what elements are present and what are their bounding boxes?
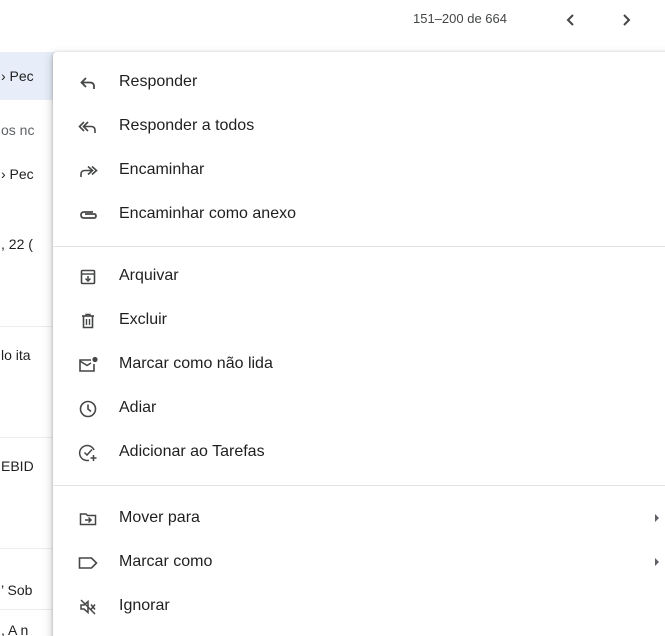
menu-item-forward[interactable]: Encaminhar: [53, 149, 665, 193]
trash-icon: [77, 310, 99, 332]
reply-all-icon: [77, 116, 99, 138]
archive-icon: [77, 266, 99, 288]
menu-item-label: Responder: [119, 73, 198, 90]
menu-item-mute[interactable]: Ignorar: [53, 585, 665, 629]
email-row-snippet: › Pec: [1, 68, 34, 84]
menu-item-label: Excluir: [119, 311, 168, 328]
previous-page-button[interactable]: [557, 6, 585, 34]
forward-icon: [77, 160, 99, 182]
email-row-snippet: , 22 (: [1, 236, 33, 252]
chevron-left-icon: [564, 13, 578, 27]
gmail-viewport: 151–200 de 664 › Pec os nc › Pec , 22 ( …: [0, 0, 665, 636]
menu-item-reply[interactable]: Responder: [53, 61, 665, 105]
label-icon: [77, 552, 99, 574]
menu-separator: [53, 246, 665, 247]
menu-item-add-to-tasks[interactable]: Adicionar ao Tarefas: [53, 431, 665, 475]
menu-item-label: Marcar como não lida: [119, 355, 273, 372]
menu-item-label: Ignorar: [119, 597, 170, 614]
email-row-snippet: › Pec: [1, 166, 34, 182]
submenu-arrow-icon: [655, 514, 659, 522]
email-context-menu: Responder Responder a todos Encaminhar E…: [53, 52, 665, 636]
menu-item-archive[interactable]: Arquivar: [53, 255, 665, 299]
menu-item-forward-as-attachment[interactable]: Encaminhar como anexo: [53, 193, 665, 237]
pagination-count: 151–200 de 664: [413, 11, 507, 26]
add-task-icon: [77, 442, 99, 464]
menu-item-label: Marcar como: [119, 553, 213, 570]
menu-item-move-to[interactable]: Mover para: [53, 497, 665, 541]
menu-separator: [53, 485, 665, 486]
menu-item-label: Responder a todos: [119, 117, 255, 134]
menu-item-label: Encaminhar: [119, 161, 205, 178]
menu-item-label-as[interactable]: Marcar como: [53, 541, 665, 585]
email-row-snippet: ’ Sob: [1, 582, 33, 598]
menu-item-label: Mover para: [119, 509, 200, 526]
move-to-folder-icon: [77, 508, 99, 530]
mute-icon: [77, 596, 99, 618]
pagination-bar: 151–200 de 664: [0, 0, 665, 40]
email-row-snippet: , A n: [1, 622, 29, 636]
menu-item-label: Arquivar: [119, 267, 179, 284]
clock-icon: [77, 398, 99, 420]
email-row-snippet: os nc: [1, 122, 35, 138]
reply-icon: [77, 72, 99, 94]
menu-item-mark-unread[interactable]: Marcar como não lida: [53, 343, 665, 387]
menu-item-reply-all[interactable]: Responder a todos: [53, 105, 665, 149]
menu-item-snooze[interactable]: Adiar: [53, 387, 665, 431]
menu-item-label: Encaminhar como anexo: [119, 205, 296, 222]
chevron-right-icon: [619, 13, 633, 27]
email-row-snippet: EBID: [1, 458, 34, 474]
submenu-arrow-icon: [655, 558, 659, 566]
menu-item-label: Adiar: [119, 399, 157, 416]
mark-unread-icon: [77, 354, 99, 376]
menu-item-label: Adicionar ao Tarefas: [119, 443, 265, 460]
attachment-icon: [77, 204, 99, 226]
email-row-snippet: lo ita: [1, 347, 31, 363]
next-page-button[interactable]: [612, 6, 640, 34]
menu-item-delete[interactable]: Excluir: [53, 299, 665, 343]
